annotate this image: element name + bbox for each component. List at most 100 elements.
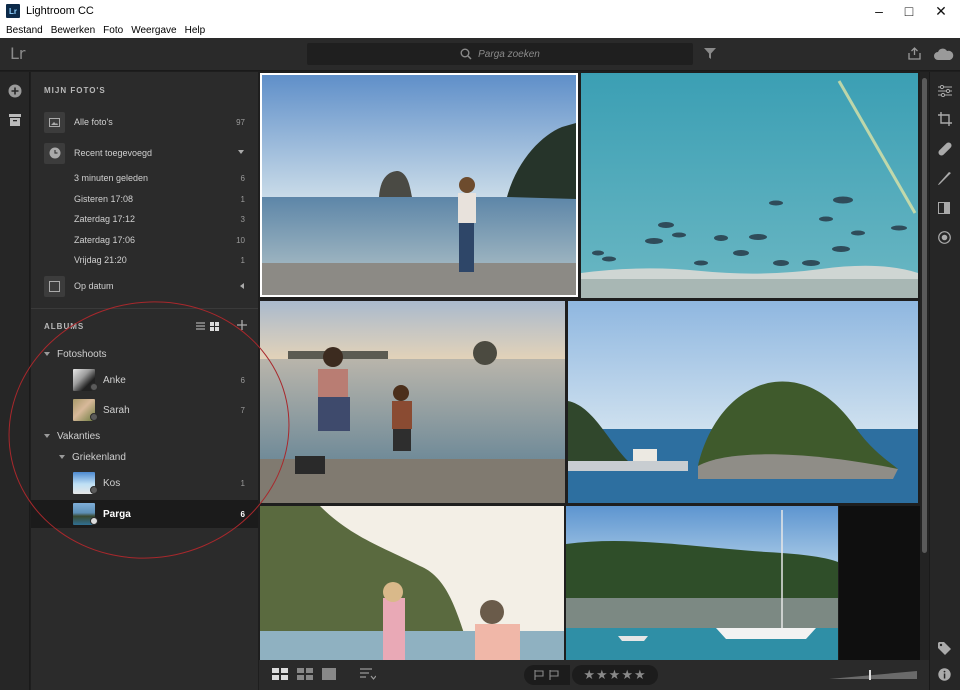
add-icon[interactable]	[8, 84, 22, 98]
expand-triangle-icon	[59, 455, 65, 459]
menu-bar: Bestand Bewerken Foto Weergave Help	[0, 22, 960, 38]
right-rail	[929, 72, 960, 690]
group-label: Fotoshoots	[57, 348, 107, 360]
maximize-button[interactable]: □	[894, 0, 924, 22]
recent-item-label: 3 minuten geleden	[74, 173, 149, 183]
calendar-icon	[44, 275, 65, 297]
all-photos-item[interactable]: Alle foto's 97	[31, 110, 258, 134]
crop-icon[interactable]	[938, 112, 952, 126]
list-view-icon[interactable]	[196, 322, 205, 330]
recent-added-item[interactable]: Recent toegevoegd	[31, 141, 258, 165]
menu-help[interactable]: Help	[185, 25, 206, 36]
rating-filter[interactable]: ★ ★ ★ ★ ★	[572, 665, 658, 685]
info-icon[interactable]	[938, 668, 951, 681]
album-label: Kos	[103, 477, 121, 489]
album-count: 1	[240, 478, 245, 488]
sync-badge-icon	[90, 413, 98, 421]
search-placeholder: Parga zoeken	[478, 48, 540, 60]
my-photos-heading: MIJN FOTO'S	[44, 86, 106, 95]
album-parga[interactable]: Parga 6	[31, 500, 258, 528]
lr-brand: Lr	[10, 44, 26, 63]
star-icon[interactable]: ★	[634, 667, 647, 683]
thumbnail-size-slider[interactable]	[829, 670, 917, 680]
recent-added-label: Recent toegevoegd	[74, 148, 153, 158]
add-album-icon[interactable]	[237, 320, 247, 330]
sort-icon[interactable]	[360, 668, 376, 680]
section-divider	[31, 308, 258, 309]
all-photos-label: Alle foto's	[74, 117, 113, 127]
title-bar: Lr Lightroom CC – □ ✕	[0, 0, 960, 22]
edit-sliders-icon[interactable]	[938, 85, 952, 97]
photo-thumbnail[interactable]	[566, 506, 838, 660]
album-count: 7	[240, 405, 245, 415]
linear-gradient-icon[interactable]	[938, 202, 950, 214]
empty-grid-cell	[839, 506, 920, 660]
menu-bestand[interactable]: Bestand	[6, 25, 43, 36]
recent-item-label: Zaterdag 17:06	[74, 235, 136, 245]
grid-view-icon[interactable]	[210, 322, 219, 331]
group-label: Vakanties	[57, 430, 101, 442]
star-icon[interactable]: ★	[583, 667, 596, 683]
recent-item[interactable]: 3 minuten geleden 6	[31, 168, 258, 188]
healing-icon[interactable]	[938, 142, 952, 156]
grid-scrollbar-thumb[interactable]	[922, 78, 927, 553]
photo-thumbnail[interactable]	[260, 301, 565, 503]
star-icon[interactable]: ★	[596, 667, 609, 683]
album-anke[interactable]: Anke 6	[31, 366, 258, 394]
radial-gradient-icon[interactable]	[938, 231, 951, 244]
menu-foto[interactable]: Foto	[103, 25, 123, 36]
group-vakanties[interactable]: Vakanties	[44, 427, 100, 445]
close-button[interactable]: ✕	[926, 0, 956, 22]
recent-item-count: 1	[240, 194, 245, 204]
recent-item-label: Vrijdag 21:20	[74, 255, 127, 265]
photo-thumbnail[interactable]	[581, 73, 918, 298]
search-icon	[460, 48, 472, 60]
sidebar: MIJN FOTO'S Alle foto's 97 Recent toegev…	[31, 72, 258, 690]
expand-triangle-icon	[44, 352, 50, 356]
album-kos[interactable]: Kos 1	[31, 469, 258, 497]
recent-item[interactable]: Gisteren 17:08 1	[31, 189, 258, 209]
reject-flag-icon[interactable]	[549, 670, 559, 680]
square-grid-view-icon[interactable]	[272, 668, 288, 680]
album-sarah[interactable]: Sarah 7	[31, 396, 258, 424]
minimize-button[interactable]: –	[864, 0, 894, 22]
pick-flag-icon[interactable]	[534, 670, 544, 680]
star-icon[interactable]: ★	[609, 667, 622, 683]
recent-item-count: 10	[236, 235, 245, 245]
filter-icon[interactable]	[704, 48, 716, 59]
detail-view-icon[interactable]	[322, 668, 336, 680]
keyword-icon[interactable]	[938, 642, 951, 655]
album-label: Parga	[103, 508, 131, 520]
share-icon[interactable]	[908, 47, 921, 60]
recent-item[interactable]: Zaterdag 17:06 10	[31, 230, 258, 250]
album-count: 6	[240, 509, 245, 519]
flag-filter[interactable]	[524, 665, 570, 685]
photo-thumbnail[interactable]	[260, 73, 578, 297]
photo-thumbnail[interactable]	[568, 301, 918, 503]
chevron-left-icon[interactable]	[240, 283, 244, 289]
library-icon[interactable]	[9, 114, 21, 126]
group-griekenland[interactable]: Griekenland	[59, 448, 126, 466]
sync-badge-icon	[90, 383, 98, 391]
photo-thumbnail[interactable]	[260, 506, 564, 660]
by-date-label: Op datum	[74, 281, 114, 291]
cloud-icon[interactable]	[934, 48, 954, 60]
recent-item[interactable]: Vrijdag 21:20 1	[31, 250, 258, 270]
group-fotoshoots[interactable]: Fotoshoots	[44, 345, 106, 363]
photo-grid-view-icon[interactable]	[297, 668, 313, 680]
menu-weergave[interactable]: Weergave	[131, 25, 176, 36]
by-date-item[interactable]: Op datum	[31, 274, 258, 298]
star-icon[interactable]: ★	[621, 667, 634, 683]
album-label: Sarah	[103, 404, 130, 416]
recent-item[interactable]: Zaterdag 17:12 3	[31, 209, 258, 229]
search-field[interactable]: Parga zoeken	[307, 43, 693, 65]
brush-icon[interactable]	[938, 172, 952, 186]
album-label: Anke	[103, 374, 126, 386]
album-count: 6	[240, 375, 245, 385]
left-rail	[0, 72, 30, 690]
recent-item-count: 6	[240, 173, 245, 183]
recent-item-label: Zaterdag 17:12	[74, 214, 136, 224]
sync-badge-icon	[90, 486, 98, 494]
chevron-down-icon[interactable]	[238, 150, 244, 154]
menu-bewerken[interactable]: Bewerken	[51, 25, 95, 36]
